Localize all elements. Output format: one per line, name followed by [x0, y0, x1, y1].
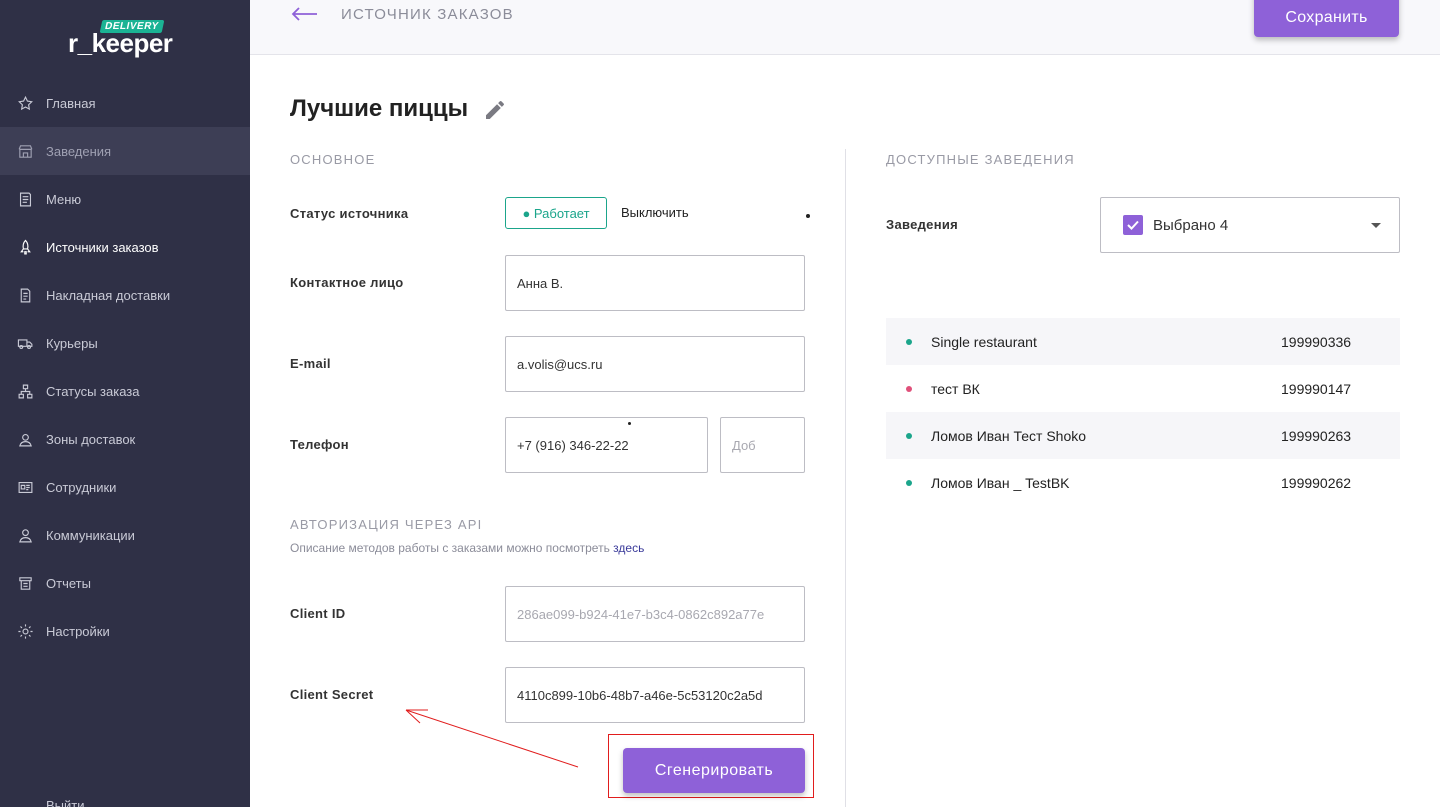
status-label: Статус источника	[290, 206, 409, 221]
status-dot	[906, 432, 912, 439]
header-title: ИСТОЧНИК ЗАКАЗОВ	[341, 6, 514, 23]
id-card-icon	[16, 478, 34, 496]
gear-icon	[16, 622, 34, 640]
sidebar-item-label: Сотрудники	[46, 479, 117, 495]
logout-icon	[16, 796, 34, 807]
status-dot	[906, 385, 912, 392]
phone-input[interactable]: +7 (916) 346-22-22	[505, 417, 708, 473]
client-secret-label: Client Secret	[290, 687, 374, 702]
sidebar-item-label: Накладная доставки	[46, 287, 171, 303]
list-item[interactable]: Ломов Иван _ TestBK 199990262	[886, 459, 1400, 506]
status-on-toggle[interactable]: ● Работает	[505, 197, 607, 229]
list-item[interactable]: Single restaurant 199990336	[886, 318, 1400, 365]
checkbox-checked-icon[interactable]	[1123, 215, 1143, 235]
sidebar-item-home[interactable]: Главная	[0, 79, 250, 127]
list-item[interactable]: Ломов Иван Тест Shoko 199990263	[886, 412, 1400, 459]
section-venues-title: ДОСТУПНЫЕ ЗАВЕДЕНИЯ	[886, 152, 1075, 167]
truck-icon	[16, 334, 34, 352]
sidebar-item-label: Курьеры	[46, 335, 98, 351]
sidebar-item-couriers[interactable]: Курьеры	[0, 319, 250, 367]
pencil-icon[interactable]	[483, 98, 507, 122]
cursor-dot	[628, 422, 631, 425]
status-off-toggle[interactable]: Выключить	[621, 205, 689, 220]
phone-ext-input[interactable]: Доб	[720, 417, 805, 473]
person-icon	[16, 526, 34, 544]
sidebar-item-order-statuses[interactable]: Статусы заказа	[0, 367, 250, 415]
cursor-dot	[806, 214, 810, 218]
list-item[interactable]: тест ВК 199990147	[886, 365, 1400, 412]
api-docs-link[interactable]: здесь	[613, 541, 644, 555]
page-title: Лучшие пиццы	[290, 95, 469, 122]
sidebar-nav: Главная Заведения Меню Источники заказов…	[0, 79, 250, 655]
map-pin-icon	[16, 430, 34, 448]
sidebar-item-label: Коммуникации	[46, 527, 135, 543]
section-basic-title: ОСНОВНОЕ	[290, 152, 376, 167]
rocket-icon	[16, 238, 34, 256]
brand-logo[interactable]: DELIVERY r_keeper	[68, 20, 188, 60]
menu-book-icon	[16, 190, 34, 208]
email-label: E-mail	[290, 356, 331, 371]
client-id-label: Client ID	[290, 606, 346, 621]
generate-button[interactable]: Сгенерировать	[623, 748, 805, 793]
sidebar-item-menu[interactable]: Меню	[0, 175, 250, 223]
api-hint: Описание методов работы с заказами можно…	[290, 541, 644, 555]
venue-id: 199990263	[1281, 428, 1352, 444]
section-api-title: АВТОРИЗАЦИЯ ЧЕРЕЗ API	[290, 517, 483, 532]
star-icon	[16, 94, 34, 112]
venue-id: 199990147	[1281, 381, 1352, 397]
sidebar-item-reports[interactable]: Отчеты	[0, 559, 250, 607]
sidebar-item-venues[interactable]: Заведения	[0, 127, 250, 175]
venue-name: тест ВК	[931, 380, 980, 397]
api-hint-text: Описание методов работы с заказами можно…	[290, 541, 610, 555]
venue-name: Ломов Иван Тест Shoko	[931, 427, 1087, 444]
venues-label: Заведения	[886, 217, 959, 232]
contact-input[interactable]: Анна В.	[505, 255, 805, 311]
status-dot	[906, 479, 912, 486]
page-header: ИСТОЧНИК ЗАКАЗОВ Сохранить	[250, 0, 1440, 55]
sidebar-item-delivery-invoice[interactable]: Накладная доставки	[0, 271, 250, 319]
venues-select[interactable]: Выбрано 4	[1100, 197, 1400, 253]
contact-label: Контактное лицо	[290, 275, 404, 290]
brand-wordmark: r_keeper	[68, 28, 173, 58]
venue-list: Single restaurant 199990336 тест ВК 1999…	[886, 318, 1400, 506]
venue-name: Single restaurant	[931, 333, 1037, 350]
save-button[interactable]: Сохранить	[1254, 0, 1399, 37]
report-icon	[16, 574, 34, 592]
sidebar-item-employees[interactable]: Сотрудники	[0, 463, 250, 511]
status-dot	[906, 338, 912, 345]
chevron-down-icon	[1371, 223, 1381, 228]
phone-label: Телефон	[290, 437, 349, 452]
annotation-arrow-icon	[405, 709, 579, 768]
venue-id: 199990336	[1281, 334, 1352, 350]
sidebar-item-label: Меню	[46, 191, 82, 207]
sidebar-item-label: Статусы заказа	[46, 383, 140, 399]
sidebar-item-label: Источники заказов	[46, 239, 159, 255]
sidebar-item-label: Заведения	[46, 143, 112, 159]
hierarchy-icon	[16, 382, 34, 400]
document-icon	[16, 286, 34, 304]
sidebar-item-label: Зоны доставок	[46, 431, 136, 447]
back-arrow-icon[interactable]	[290, 4, 318, 24]
client-id-input[interactable]: 286ae099-b924-41e7-b3c4-0862c892a77e	[505, 586, 805, 642]
sidebar-item-label: Настройки	[46, 623, 110, 639]
sidebar-item-delivery-zones[interactable]: Зоны доставок	[0, 415, 250, 463]
store-icon	[16, 142, 34, 160]
venue-id: 199990262	[1281, 475, 1352, 491]
sidebar-item-label: Отчеты	[46, 575, 91, 591]
email-input[interactable]: a.volis@ucs.ru	[505, 336, 805, 392]
logout-link[interactable]: Выйти	[16, 796, 85, 807]
column-divider	[845, 149, 846, 807]
sidebar-item-communications[interactable]: Коммуникации	[0, 511, 250, 559]
logout-label: Выйти	[46, 797, 85, 807]
sidebar-item-label: Главная	[46, 95, 96, 111]
sidebar-item-settings[interactable]: Настройки	[0, 607, 250, 655]
sidebar: DELIVERY r_keeper Главная Заведения Меню…	[0, 0, 250, 807]
sidebar-item-order-sources[interactable]: Источники заказов	[0, 223, 250, 271]
venues-select-value: Выбрано 4	[1153, 216, 1229, 234]
venue-name: Ломов Иван _ TestBK	[931, 474, 1070, 491]
